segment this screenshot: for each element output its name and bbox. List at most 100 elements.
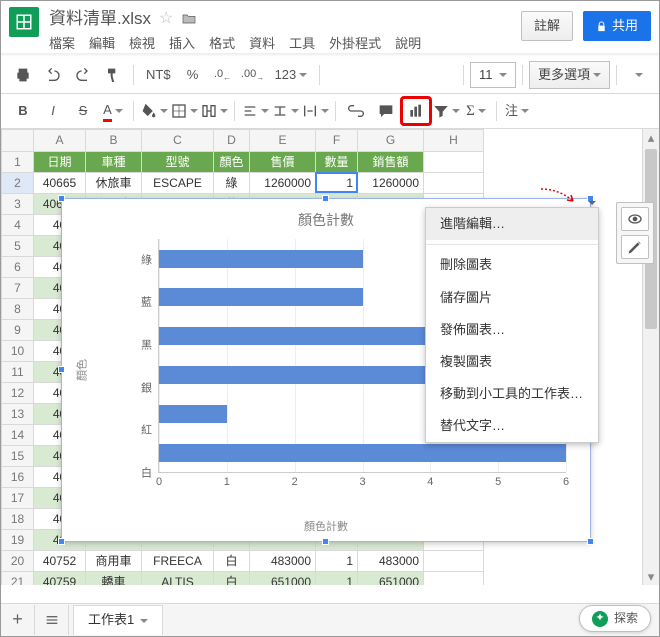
col-header-H[interactable]: H (424, 130, 484, 152)
insert-chart-button[interactable] (402, 98, 430, 124)
cell[interactable]: 綠 (214, 173, 250, 194)
row-header-10[interactable]: 10 (2, 341, 34, 362)
cell[interactable]: 40752 (34, 551, 86, 572)
col-header-D[interactable]: D (214, 130, 250, 152)
cell[interactable]: 商用車 (86, 551, 142, 572)
menu-item[interactable]: 移動到小工具的工作表… (426, 378, 598, 410)
sheets-logo[interactable] (9, 7, 39, 37)
row-header-7[interactable]: 7 (2, 278, 34, 299)
cell[interactable]: 40759 (34, 572, 86, 586)
cell[interactable]: 483000 (358, 551, 424, 572)
all-sheets-button[interactable] (35, 605, 69, 635)
menu-1[interactable]: 編輯 (89, 35, 115, 53)
link-button[interactable] (342, 98, 370, 124)
row-header-6[interactable]: 6 (2, 257, 34, 278)
menu-4[interactable]: 格式 (209, 35, 235, 53)
row-header-13[interactable]: 13 (2, 404, 34, 425)
cell[interactable]: 651000 (250, 572, 316, 586)
currency-button[interactable]: NT$ (140, 62, 177, 88)
menu-2[interactable]: 檢視 (129, 35, 155, 53)
col-header-E[interactable]: E (250, 130, 316, 152)
cell[interactable]: 1260000 (250, 173, 316, 194)
row-header-11[interactable]: 11 (2, 362, 34, 383)
increase-decimals-button[interactable]: .00→ (239, 62, 267, 88)
chart-edit-icon[interactable] (621, 235, 649, 259)
row-header-21[interactable]: 21 (2, 572, 34, 586)
menu-item[interactable]: 發佈圖表… (426, 314, 598, 346)
row-header-14[interactable]: 14 (2, 425, 34, 446)
row-header-5[interactable]: 5 (2, 236, 34, 257)
star-icon[interactable]: ☆ (159, 8, 173, 30)
row-header-3[interactable]: 3 (2, 194, 34, 215)
valign-button[interactable] (271, 98, 299, 124)
row-header-17[interactable]: 17 (2, 488, 34, 509)
cell[interactable]: 1 (316, 551, 358, 572)
menu-3[interactable]: 插入 (169, 35, 195, 53)
undo-icon[interactable] (39, 62, 67, 88)
redo-icon[interactable] (69, 62, 97, 88)
vertical-scrollbar[interactable]: ▴ ▾ (642, 129, 659, 585)
menu-0[interactable]: 檔案 (49, 35, 75, 53)
menu-7[interactable]: 外掛程式 (329, 35, 381, 53)
col-header-C[interactable]: C (142, 130, 214, 152)
row-header-2[interactable]: 2 (2, 173, 34, 194)
row-header-12[interactable]: 12 (2, 383, 34, 404)
merge-button[interactable] (200, 98, 228, 124)
row-header-18[interactable]: 18 (2, 509, 34, 530)
paint-format-icon[interactable] (99, 62, 127, 88)
row-header-16[interactable]: 16 (2, 467, 34, 488)
functions-button[interactable]: Σ (462, 98, 490, 124)
more-options-button[interactable]: 更多選項 (529, 61, 610, 89)
note-button[interactable]: 注 (503, 98, 531, 124)
add-sheet-button[interactable]: + (1, 605, 35, 635)
header-cell[interactable]: 顏色 (214, 152, 250, 173)
toolbar-overflow[interactable] (623, 62, 651, 88)
menu-item[interactable]: 刪除圖表 (426, 249, 598, 281)
header-cell[interactable]: 售價 (250, 152, 316, 173)
cell[interactable]: 651000 (358, 572, 424, 586)
cell[interactable]: 40665 (34, 173, 86, 194)
col-header-G[interactable]: G (358, 130, 424, 152)
cell[interactable]: 轎車 (86, 572, 142, 586)
col-header-F[interactable]: F (316, 130, 358, 152)
header-cell[interactable]: 型號 (142, 152, 214, 173)
sheet-tab[interactable]: 工作表1 (73, 605, 163, 634)
explore-button[interactable]: ✦ 探索 (579, 605, 651, 632)
cell[interactable]: 休旅車 (86, 173, 142, 194)
wrap-button[interactable] (301, 98, 329, 124)
header-cell[interactable]: 車種 (86, 152, 142, 173)
menu-item[interactable]: 儲存圖片 (426, 282, 598, 314)
cell[interactable]: ALTIS (142, 572, 214, 586)
italic-button[interactable]: I (39, 98, 67, 124)
share-button[interactable]: 共用 (583, 11, 651, 41)
row-header-19[interactable]: 19 (2, 530, 34, 551)
row-header-1[interactable]: 1 (2, 152, 34, 173)
row-header-15[interactable]: 15 (2, 446, 34, 467)
col-header-B[interactable]: B (86, 130, 142, 152)
number-format-dropdown[interactable]: 123 (269, 62, 314, 88)
menu-8[interactable]: 說明 (395, 35, 421, 53)
comment-icon[interactable] (372, 98, 400, 124)
cell[interactable]: 1260000 (358, 173, 424, 194)
chart-menu-trigger[interactable] (585, 197, 599, 211)
menu-item[interactable]: 複製圖表 (426, 346, 598, 378)
fill-color-button[interactable] (140, 98, 168, 124)
menu-5[interactable]: 資料 (249, 35, 275, 53)
percent-button[interactable]: % (179, 62, 207, 88)
chart-view-icon[interactable] (621, 207, 649, 231)
borders-button[interactable] (170, 98, 198, 124)
row-header-20[interactable]: 20 (2, 551, 34, 572)
row-header-9[interactable]: 9 (2, 320, 34, 341)
cell[interactable]: 白 (214, 551, 250, 572)
text-color-button[interactable]: A (99, 98, 127, 124)
font-size-select[interactable]: 11 (470, 62, 516, 88)
row-header-8[interactable]: 8 (2, 299, 34, 320)
scroll-up-icon[interactable]: ▴ (643, 129, 659, 146)
menu-item[interactable]: 替代文字… (426, 410, 598, 442)
cell[interactable]: 白 (214, 572, 250, 586)
cell[interactable]: FREECA (142, 551, 214, 572)
filter-button[interactable] (432, 98, 460, 124)
halign-button[interactable] (241, 98, 269, 124)
folder-icon[interactable] (181, 11, 197, 27)
menu-6[interactable]: 工具 (289, 35, 315, 53)
